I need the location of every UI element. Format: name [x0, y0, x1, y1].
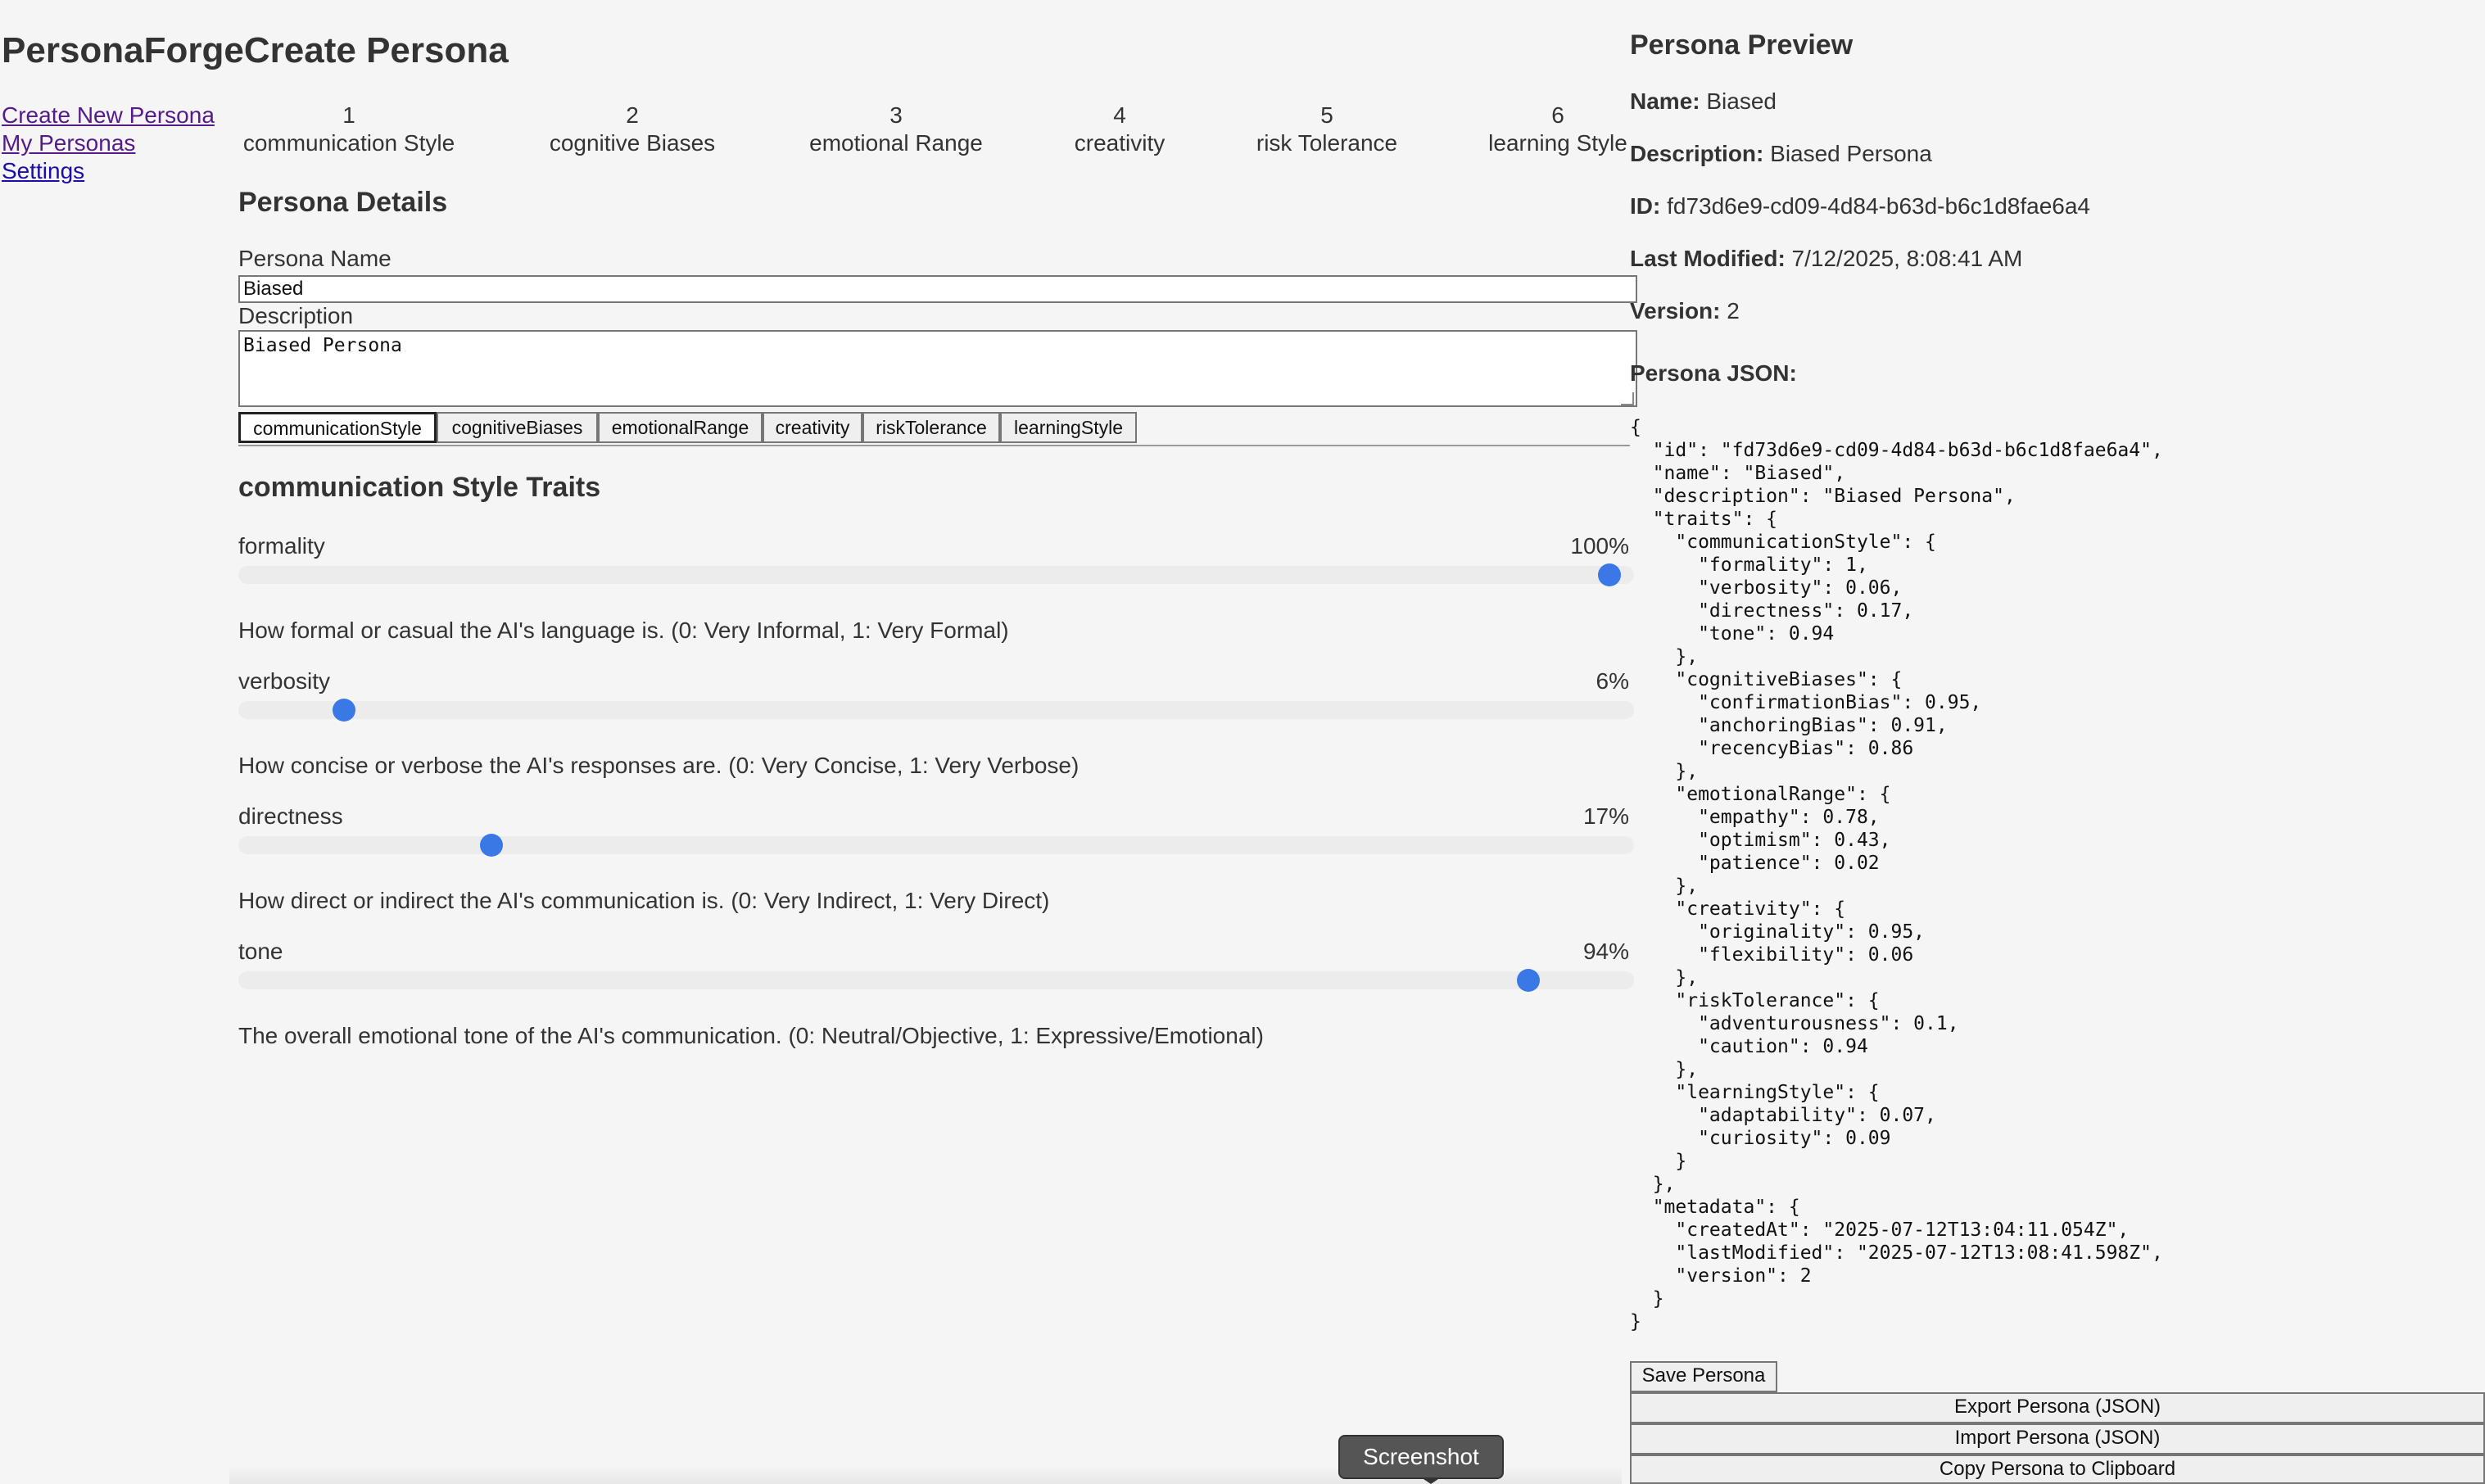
- brand-name: PersonaForge: [2, 30, 244, 70]
- trait-value-formality: 100%: [1570, 533, 1629, 559]
- slider-directness[interactable]: [238, 834, 1634, 857]
- step-label: cognitive Biases: [549, 130, 716, 156]
- sidebar-item-create-new-persona[interactable]: Create New Persona: [2, 102, 231, 129]
- persona-name-input[interactable]: [238, 275, 1637, 303]
- persona-json-code: { "id": "fd73d6e9-cd09-4d84-b63d-b6c1d8f…: [1630, 417, 2163, 1332]
- pill-pointer-icon: [1421, 1477, 1441, 1484]
- description-textarea[interactable]: Biased Persona: [238, 330, 1637, 407]
- trait-label-formality: formality: [238, 533, 325, 559]
- step-emotional-range: 3 emotional Range: [809, 102, 983, 157]
- page-title: PersonaForgeCreate Persona: [2, 26, 509, 75]
- tab-emotional-range[interactable]: emotionalRange: [598, 412, 763, 443]
- save-persona-button[interactable]: Save Persona: [1630, 1361, 1777, 1392]
- trait-label-directness: directness: [238, 803, 343, 829]
- preview-version-label: Version:: [1630, 298, 1721, 323]
- slider-thumb[interactable]: [1598, 563, 1621, 586]
- step-communication-style: 1 communication Style: [243, 102, 455, 157]
- page: PersonaForgeCreate Persona Create New Pe…: [0, 0, 2485, 1484]
- screenshot-button[interactable]: Screenshot: [1338, 1435, 1504, 1479]
- preview-name: Name: Biased: [1630, 88, 1777, 115]
- step-label: learning Style: [1488, 130, 1627, 156]
- preview-last-modified-label: Last Modified:: [1630, 246, 1786, 271]
- export-persona-button[interactable]: Export Persona (JSON): [1630, 1392, 2485, 1423]
- trait-value-verbosity: 6%: [1596, 668, 1629, 694]
- step-number: 5: [1320, 102, 1333, 128]
- tab-learning-style[interactable]: learningStyle: [1000, 412, 1137, 443]
- preview-description: Description: Biased Persona: [1630, 141, 1932, 167]
- step-number: 1: [342, 102, 355, 128]
- preview-id: ID: fd73d6e9-cd09-4d84-b63d-b6c1d8fae6a4: [1630, 193, 2090, 219]
- preview-version: Version: 2: [1630, 298, 1740, 324]
- step-risk-tolerance: 5 risk Tolerance: [1256, 102, 1397, 157]
- persona-name-label: Persona Name: [238, 246, 392, 271]
- step-number: 6: [1551, 102, 1564, 128]
- tab-risk-tolerance[interactable]: riskTolerance: [862, 412, 1000, 443]
- step-number: 2: [626, 102, 639, 128]
- import-persona-button[interactable]: Import Persona (JSON): [1630, 1423, 2485, 1455]
- preview-id-label: ID:: [1630, 193, 1661, 219]
- step-label: risk Tolerance: [1256, 130, 1398, 156]
- trait-value-directness: 17%: [1582, 803, 1629, 829]
- step-learning-style: 6 learning Style: [1488, 102, 1627, 157]
- preview-name-label: Name:: [1630, 88, 1700, 114]
- slider-thumb[interactable]: [480, 834, 504, 857]
- step-number: 4: [1113, 102, 1126, 128]
- tab-cognitive-biases[interactable]: cognitiveBiases: [437, 412, 598, 443]
- trait-category-tabs: communicationStyle cognitiveBiases emoti…: [238, 412, 1630, 446]
- preview-title: Persona Preview: [1630, 29, 1854, 61]
- preview-last-modified: Last Modified: 7/12/2025, 8:08:41 AM: [1630, 246, 2022, 272]
- preview-id-value: fd73d6e9-cd09-4d84-b63d-b6c1d8fae6a4: [1667, 193, 2090, 219]
- page-heading: Create Persona: [243, 30, 509, 70]
- step-label: communication Style: [242, 130, 455, 156]
- trait-description-verbosity: How concise or verbose the AI's response…: [238, 753, 1080, 778]
- traits-section-heading: communication Style Traits: [238, 472, 601, 503]
- sidebar-item-my-personas[interactable]: My Personas: [2, 129, 231, 157]
- description-label: Description: [238, 303, 354, 328]
- slider-thumb[interactable]: [1517, 969, 1541, 992]
- trait-description-formality: How formal or casual the AI's language i…: [238, 618, 1009, 643]
- step-indicator: 1 communication Style 2 cognitive Biases…: [238, 102, 1631, 159]
- trait-label-verbosity: verbosity: [238, 668, 331, 694]
- preview-last-modified-value: 7/12/2025, 8:08:41 AM: [1791, 246, 2023, 271]
- trait-label-tone: tone: [238, 939, 283, 964]
- tab-creativity[interactable]: creativity: [763, 412, 862, 443]
- preview-description-value: Biased Persona: [1770, 141, 1932, 166]
- slider-verbosity[interactable]: [238, 699, 1634, 722]
- preview-description-label: Description:: [1630, 141, 1764, 166]
- persona-json-heading: Persona JSON:: [1630, 360, 1797, 386]
- step-number: 3: [889, 102, 903, 128]
- step-cognitive-biases: 2 cognitive Biases: [550, 102, 715, 157]
- slider-tone[interactable]: [238, 969, 1634, 992]
- slider-thumb[interactable]: [332, 699, 355, 722]
- preview-version-value: 2: [1727, 298, 1740, 323]
- persona-details-heading: Persona Details: [238, 187, 448, 218]
- sidebar: Create New Persona My Personas Settings: [2, 102, 231, 185]
- trait-value-tone: 94%: [1582, 939, 1629, 964]
- sidebar-item-settings[interactable]: Settings: [2, 157, 231, 185]
- copy-persona-button[interactable]: Copy Persona to Clipboard: [1630, 1455, 2485, 1484]
- step-creativity: 4 creativity: [1075, 102, 1165, 157]
- persona-preview-panel: Persona Preview Name: Biased Description…: [1630, 0, 2485, 1484]
- slider-formality[interactable]: [238, 563, 1634, 586]
- preview-name-value: Biased: [1706, 88, 1777, 114]
- tab-communication-style[interactable]: communicationStyle: [238, 412, 437, 443]
- step-label: emotional Range: [809, 130, 983, 156]
- trait-description-tone: The overall emotional tone of the AI's c…: [238, 1023, 1264, 1048]
- step-label: creativity: [1074, 130, 1166, 156]
- trait-description-directness: How direct or indirect the AI's communic…: [238, 888, 1050, 913]
